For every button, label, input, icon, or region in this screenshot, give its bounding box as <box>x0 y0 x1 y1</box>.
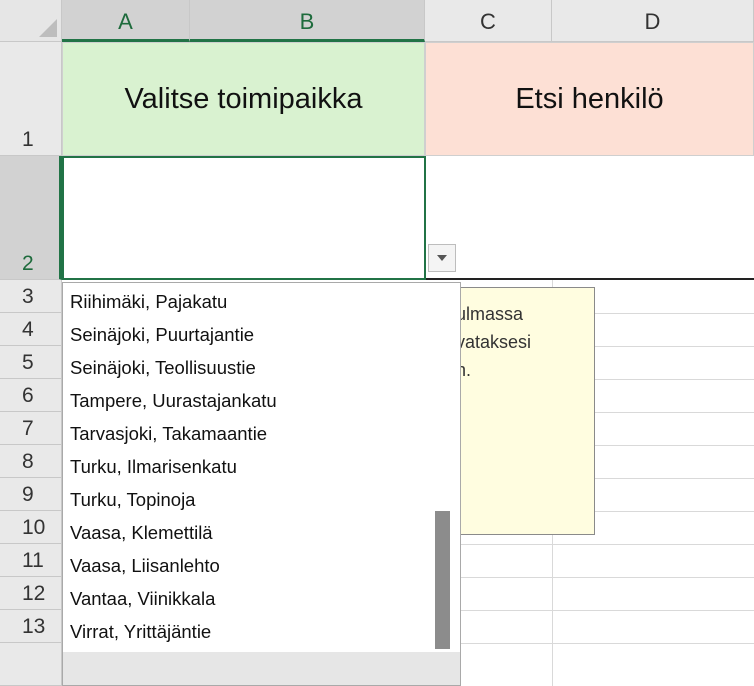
spreadsheet: A B C D 1 2 3 4 5 6 7 8 9 10 11 12 13 Va… <box>0 0 754 686</box>
row-header-5[interactable]: 5 <box>0 346 62 379</box>
dropdown-option[interactable]: Tarvasjoki, Takamaantie <box>70 423 267 445</box>
cell-a2-active[interactable] <box>62 156 426 280</box>
comment-line: n. <box>456 360 472 380</box>
row-header-11[interactable]: 11 <box>0 544 62 577</box>
cell-c1-etsi-henkilo[interactable]: Etsi henkilö <box>425 42 754 156</box>
cell-a1-valitse-toimipaikka[interactable]: Valitse toimipaikka <box>62 42 425 156</box>
row-header-2[interactable]: 2 <box>0 156 62 280</box>
dropdown-option[interactable]: Vantaa, Viinikkala <box>70 588 215 610</box>
column-header-c[interactable]: C <box>425 0 552 42</box>
dropdown-option[interactable]: Turku, Topinoja <box>70 489 195 511</box>
dropdown-scrollbar-thumb[interactable] <box>435 511 450 649</box>
dropdown-option[interactable]: Riihimäki, Pajakatu <box>70 291 227 313</box>
column-header-d[interactable]: D <box>552 0 754 42</box>
dropdown-option[interactable]: Vaasa, Liisanlehto <box>70 555 220 577</box>
cell-a1-text: Valitse toimipaikka <box>124 82 363 115</box>
dropdown-option[interactable]: Seinäjoki, Teollisuustie <box>70 357 256 379</box>
dropdown-bottom-bar <box>63 652 460 685</box>
cell-c2[interactable] <box>425 156 754 280</box>
row-header-1[interactable]: 1 <box>0 42 62 156</box>
cell-comment: ulmassa vataksesi n. <box>445 287 595 535</box>
column-header-b[interactable]: B <box>190 0 425 42</box>
dropdown-list[interactable]: Riihimäki, Pajakatu Seinäjoki, Puurtajan… <box>62 282 461 686</box>
row-header-4[interactable]: 4 <box>0 313 62 346</box>
row-header-7[interactable]: 7 <box>0 412 62 445</box>
cell-c1-text: Etsi henkilö <box>515 82 664 115</box>
dropdown-option[interactable]: Vaasa, Klemettilä <box>70 522 213 544</box>
row-header-3[interactable]: 3 <box>0 280 62 313</box>
select-all-corner[interactable] <box>0 0 62 42</box>
dropdown-button[interactable] <box>428 244 456 272</box>
dropdown-option[interactable]: Virrat, Yrittäjäntie <box>70 621 211 643</box>
row-header-12[interactable]: 12 <box>0 577 62 610</box>
row-header-6[interactable]: 6 <box>0 379 62 412</box>
dropdown-option[interactable]: Turku, Ilmarisenkatu <box>70 456 237 478</box>
row-header-8[interactable]: 8 <box>0 445 62 478</box>
chevron-down-icon <box>437 255 447 261</box>
row-header-10[interactable]: 10 <box>0 511 62 544</box>
dropdown-option[interactable]: Seinäjoki, Puurtajantie <box>70 324 254 346</box>
dropdown-option[interactable]: Tampere, Uurastajankatu <box>70 390 277 412</box>
select-all-triangle-icon <box>39 19 57 37</box>
row-header-13[interactable]: 13 <box>0 610 62 643</box>
comment-line: vataksesi <box>456 332 532 352</box>
comment-line: ulmassa <box>456 304 524 324</box>
row-header-13-overflow <box>0 643 62 686</box>
column-header-a[interactable]: A <box>62 0 190 42</box>
row-header-9[interactable]: 9 <box>0 478 62 511</box>
